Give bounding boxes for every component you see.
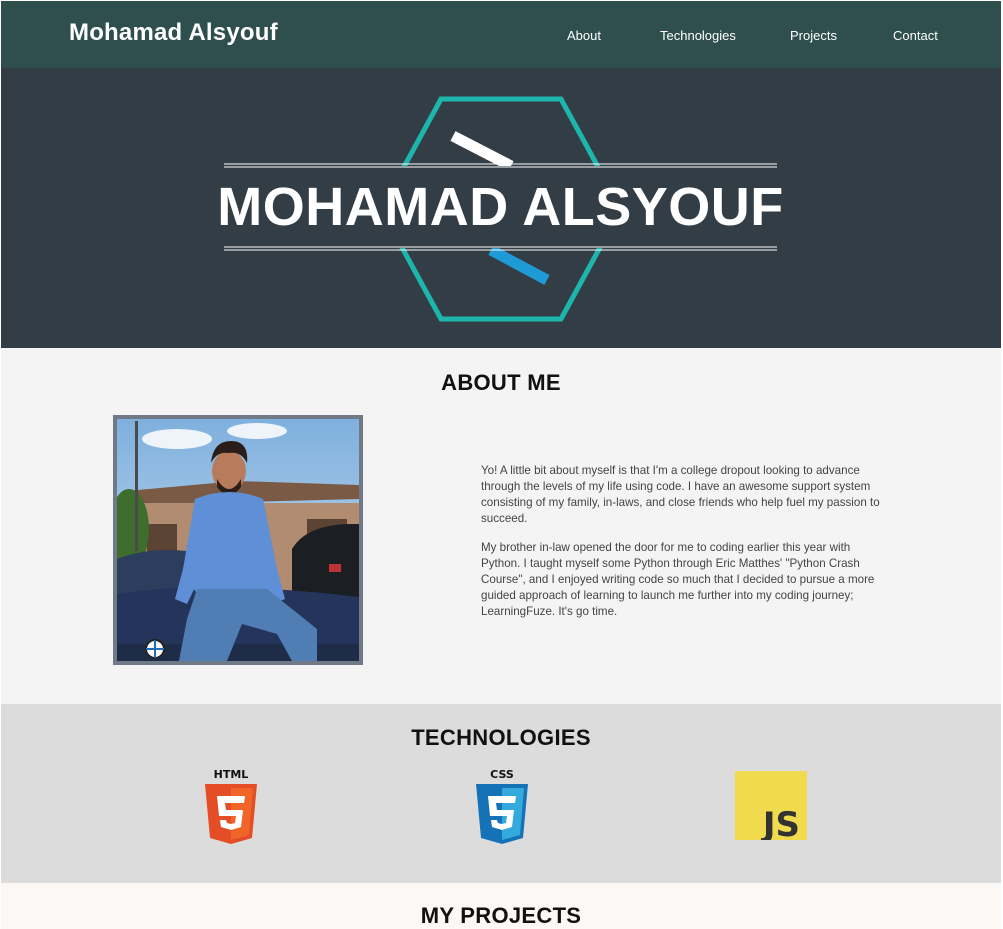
technologies-section: TECHNOLOGIES HTML CSS JS	[1, 704, 1001, 883]
css3-icon: CSS	[472, 768, 532, 849]
about-title: ABOUT ME	[441, 370, 561, 395]
html-label: HTML	[214, 768, 249, 781]
html5-icon: HTML	[201, 768, 261, 849]
projects-title: MY PROJECTS	[420, 903, 582, 928]
about-paragraph: Yo! A little bit about myself is that I'…	[481, 464, 880, 525]
css-label: CSS	[490, 768, 514, 781]
nav-link-projects[interactable]: Projects	[790, 28, 837, 43]
technologies-title: TECHNOLOGIES	[411, 725, 591, 750]
profile-photo-frame	[113, 415, 363, 665]
js-label: JS	[761, 805, 800, 840]
about-paragraph: My brother in-law opened the door for me…	[481, 541, 875, 618]
nav-link-technologies[interactable]: Technologies	[660, 28, 736, 43]
hero-title: MOHAMAD ALSYOUF	[217, 177, 784, 237]
javascript-icon: JS	[735, 768, 807, 845]
projects-section: MY PROJECTS	[1, 883, 1001, 929]
brand-name[interactable]: Mohamad Alsyouf	[69, 19, 278, 47]
page: Mohamad Alsyouf About Technologies Proje…	[1, 1, 1001, 929]
navbar: Mohamad Alsyouf About Technologies Proje…	[1, 1, 1001, 68]
hero-banner: MOHAMAD ALSYOUF	[1, 68, 1001, 348]
about-text: Yo! A little bit about myself is that I'…	[481, 463, 886, 620]
logo-slash-blue	[488, 245, 550, 285]
nav-link-contact[interactable]: Contact	[893, 28, 938, 43]
about-section: ABOUT ME Yo! A little bit about myself i…	[1, 348, 1001, 704]
profile-photo	[117, 419, 359, 661]
nav-link-about[interactable]: About	[567, 28, 601, 43]
